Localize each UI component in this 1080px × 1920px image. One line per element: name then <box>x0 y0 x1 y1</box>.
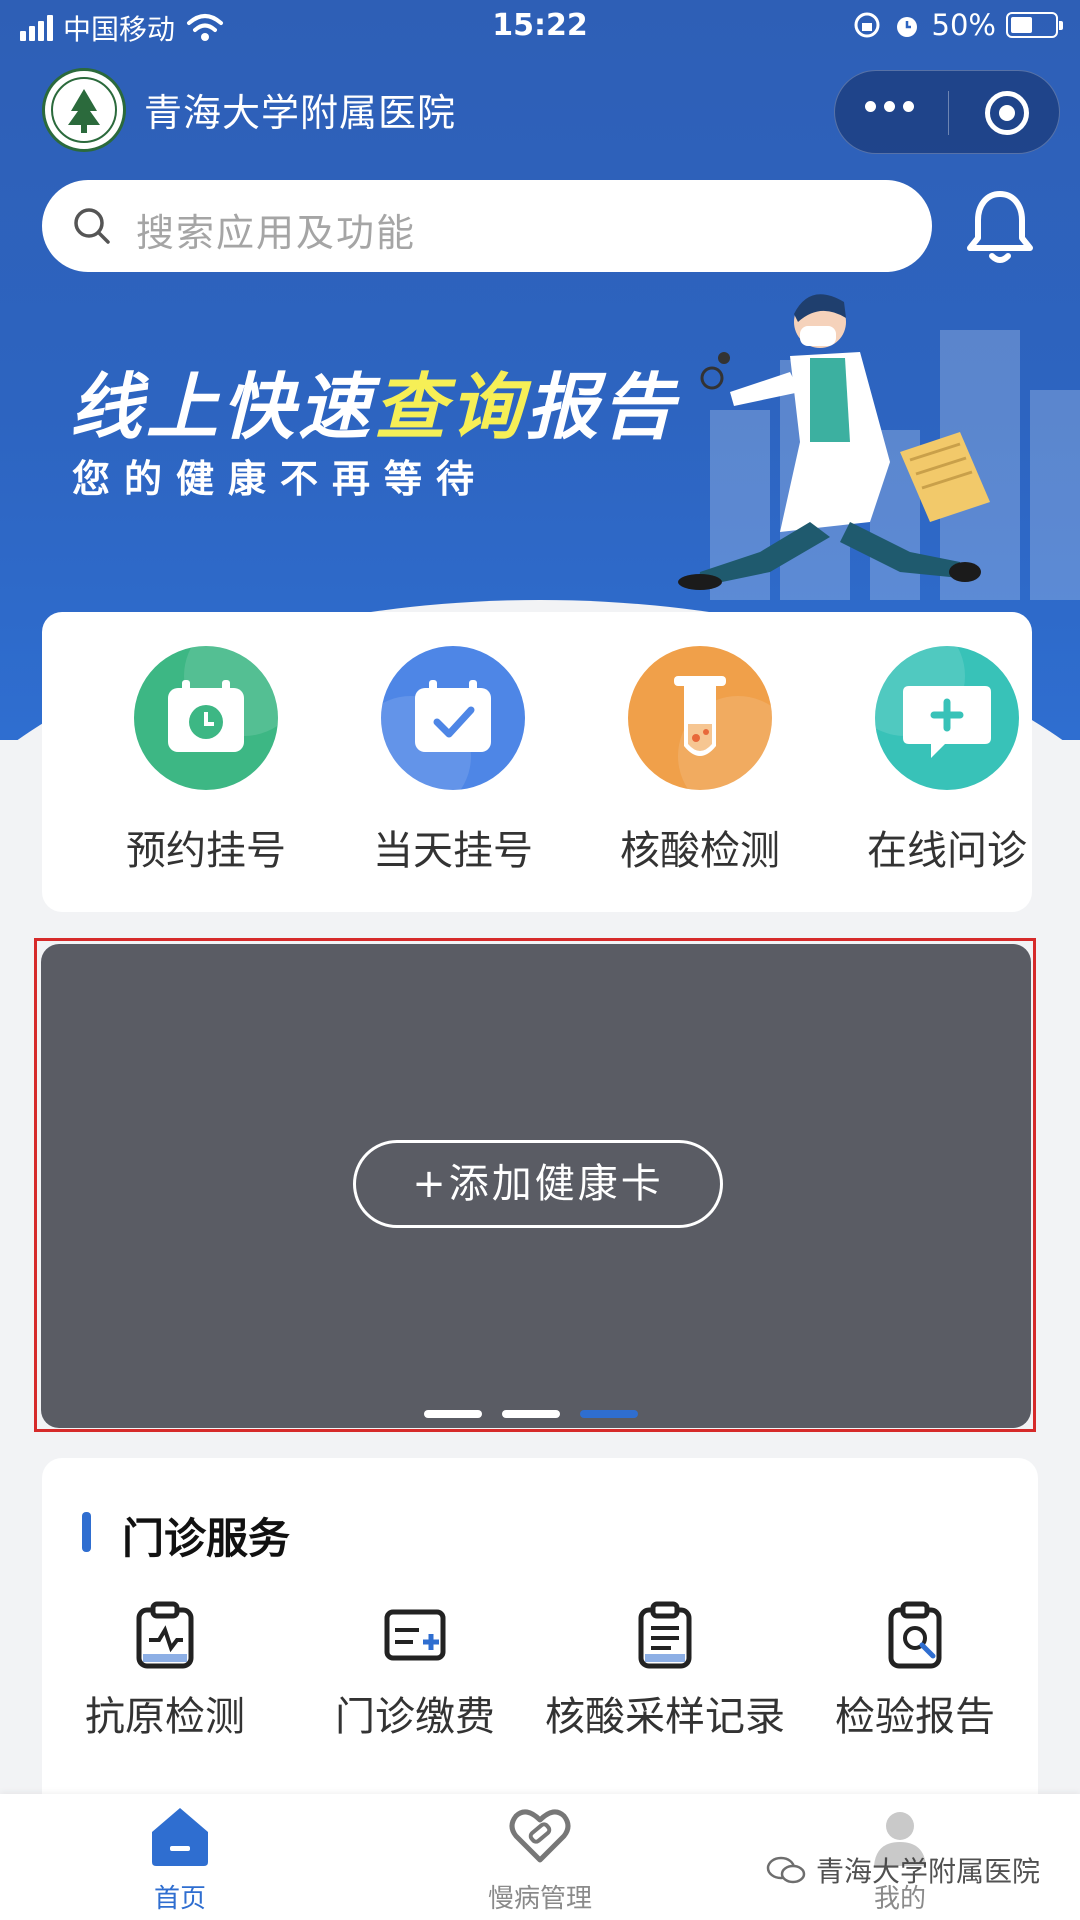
quick-label: 预约挂号 <box>126 828 286 874</box>
bill-plus-icon <box>384 1609 446 1661</box>
test-tube-icon <box>674 676 772 790</box>
battery-percent: 50% <box>931 8 996 42</box>
clock-calendar-icon <box>168 646 278 752</box>
notification-bell-icon[interactable] <box>964 186 1036 266</box>
report-search-icon <box>888 1601 942 1669</box>
health-card-carousel[interactable]: +添加健康卡 <box>41 944 1031 1428</box>
tab-home[interactable]: 首页 <box>80 1804 280 1915</box>
chat-plus-icon <box>875 646 991 758</box>
banner-title-part2: 报告 <box>526 365 679 449</box>
banner-title: 线上快速查询报告 <box>70 348 678 453</box>
check-calendar-icon <box>381 680 491 790</box>
tab-chronic[interactable]: 慢病管理 <box>440 1804 640 1915</box>
search-input[interactable]: 搜索应用及功能 <box>136 202 416 257</box>
quick-services-card: 预约挂号 当天挂号 核酸检测 在线问诊 <box>42 612 1032 912</box>
quick-label: 当天挂号 <box>373 828 533 874</box>
carousel-dot <box>502 1410 560 1418</box>
wechat-icon <box>766 1856 806 1884</box>
section-accent-bar <box>82 1512 91 1552</box>
clipboard-chart-icon <box>136 1601 194 1669</box>
service-item-lab-report[interactable]: 检验报告 <box>790 1600 1040 1742</box>
tree-icon <box>68 89 100 133</box>
service-label: 核酸采样记录 <box>545 1694 785 1740</box>
alarm-icon <box>896 17 917 37</box>
quick-item-nucleic-test[interactable]: 核酸检测 <box>600 646 800 876</box>
doctor-illustration <box>678 294 990 590</box>
hospital-logo <box>42 68 126 152</box>
more-menu-button[interactable] <box>865 101 914 112</box>
miniprogram-capsule <box>834 70 1060 154</box>
quick-item-online-consult[interactable]: 在线问诊 <box>847 646 1047 876</box>
status-bar: 中国移动 15:22 50% <box>0 0 1080 54</box>
quick-label: 在线问诊 <box>867 828 1027 874</box>
tab-label: 首页 <box>153 1884 206 1914</box>
tab-label: 慢病管理 <box>487 1884 592 1914</box>
hospital-name: 青海大学附属医院 <box>144 91 457 135</box>
nav-bar: 青海大学附属医院 <box>0 60 1080 160</box>
banner-title-highlight: 查询 <box>374 365 527 449</box>
service-label: 抗原检测 <box>85 1694 245 1740</box>
quick-label: 核酸检测 <box>620 828 780 874</box>
service-label: 门诊缴费 <box>335 1694 495 1740</box>
quick-item-same-day[interactable]: 当天挂号 <box>353 646 553 876</box>
heart-bandage-icon <box>509 1809 571 1863</box>
service-item-payment[interactable]: 门诊缴费 <box>290 1600 540 1742</box>
rotation-lock-icon <box>854 12 880 38</box>
search-bar[interactable]: 搜索应用及功能 <box>42 180 932 272</box>
carousel-dot <box>424 1410 482 1418</box>
quick-item-appointment[interactable]: 预约挂号 <box>106 646 306 876</box>
watermark-text: 青海大学附属医院 <box>815 1855 1040 1888</box>
section-title: 门诊服务 <box>122 1514 291 1563</box>
battery-icon <box>1006 12 1063 38</box>
banner-subtitle: 您的健康不再等待 <box>72 457 489 501</box>
service-item-nucleic-record[interactable]: 核酸采样记录 <box>540 1600 790 1742</box>
banner-title-part1: 线上快速 <box>70 365 375 449</box>
add-health-card-button[interactable]: +添加健康卡 <box>353 1140 723 1228</box>
carousel-dot-active <box>580 1410 638 1418</box>
home-icon <box>152 1808 208 1866</box>
service-item-antigen[interactable]: 抗原检测 <box>40 1600 290 1742</box>
watermark: 青海大学附属医院 <box>766 1850 1040 1890</box>
close-miniprogram-button[interactable] <box>985 91 1029 135</box>
carousel-indicator <box>424 1410 638 1418</box>
clipboard-list-icon <box>638 1601 692 1669</box>
search-icon <box>74 208 110 244</box>
service-label: 检验报告 <box>835 1694 995 1740</box>
